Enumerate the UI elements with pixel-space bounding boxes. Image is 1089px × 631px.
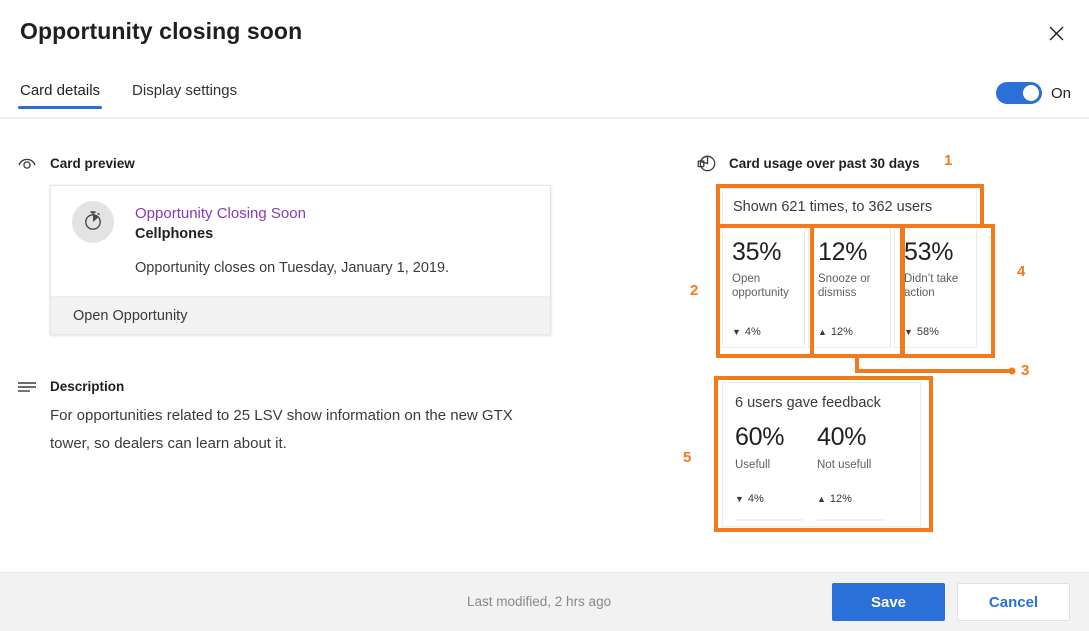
- stat-card-snooze-or-dismiss: 12% Snooze or dismiss ▲ 12%: [808, 227, 891, 348]
- feedback-value: 60%: [735, 423, 785, 451]
- description-text: For opportunities related to 25 LSV show…: [50, 407, 513, 452]
- usage-stat-row: 35% Open opportunity ▼ 4% 12% Snooze or …: [722, 227, 977, 348]
- pie-chart-icon: [695, 152, 717, 174]
- tab-divider: [0, 117, 1089, 119]
- stat-card-open-opportunity: 35% Open opportunity ▼ 4%: [722, 227, 805, 348]
- tab-card-details[interactable]: Card details: [18, 82, 103, 109]
- feedback-card: 6 users gave feedback 60% Usefull ▼ 4% 4…: [722, 382, 921, 527]
- card-preview-heading: Card preview: [16, 152, 135, 174]
- stat-card-didnt-take-action: 53% Didn’t take action ▼ 58%: [894, 227, 977, 348]
- card-usage-heading: Card usage over past 30 days: [695, 152, 920, 174]
- toggle-knob: [1022, 85, 1039, 101]
- cancel-button[interactable]: Cancel: [957, 583, 1070, 621]
- stat-delta-value: 12%: [830, 326, 853, 338]
- feedback-underline: [735, 519, 803, 521]
- shown-summary: Shown 621 times, to 362 users: [722, 188, 977, 224]
- last-modified-text: Last modified, 2 hrs ago: [467, 594, 612, 609]
- trend-down-icon: ▼: [904, 326, 913, 337]
- card-preview-subtitle: Cellphones: [135, 226, 214, 242]
- stat-delta-value: 58%: [916, 326, 939, 338]
- stat-delta: ▲ 12%: [818, 326, 853, 338]
- card-enabled-toggle-group: On: [995, 82, 1071, 104]
- feedback-columns: 60% Usefull ▼ 4% 40% Not usefull ▲ 12%: [735, 423, 920, 523]
- close-icon: [1049, 26, 1064, 41]
- annotation-number-4: 4: [1017, 263, 1026, 280]
- stat-label: Snooze or dismiss: [818, 273, 871, 299]
- card-preview-title[interactable]: Opportunity Closing Soon: [135, 204, 532, 224]
- stat-label: Open opportunity: [732, 273, 789, 299]
- trend-up-icon: ▲: [817, 493, 826, 504]
- stat-value: 35%: [732, 238, 782, 266]
- card-preview: Opportunity Closing Soon Cellphones Oppo…: [50, 185, 551, 335]
- card-preview-action-button[interactable]: Open Opportunity: [51, 296, 550, 334]
- feedback-delta-value: 4%: [747, 493, 764, 505]
- description-heading: Description: [16, 375, 124, 397]
- feedback-label: Usefull: [735, 459, 771, 471]
- stat-value: 53%: [904, 238, 954, 266]
- card-preview-heading-label: Card preview: [50, 155, 135, 171]
- card-usage-block: Shown 621 times, to 362 users 35% Open o…: [722, 188, 977, 348]
- toggle-state-label: On: [1050, 84, 1071, 102]
- feedback-item-not-usefull: 40% Not usefull ▲ 12%: [817, 423, 899, 523]
- trend-down-icon: ▼: [735, 493, 744, 504]
- card-enabled-toggle[interactable]: [995, 82, 1042, 104]
- annotation-number-2: 2: [690, 282, 699, 299]
- feedback-underline: [817, 519, 885, 521]
- lines-icon: [16, 375, 38, 397]
- stopwatch-icon: [81, 208, 105, 237]
- stat-delta: ▼ 4%: [732, 326, 761, 338]
- card-preview-text: Opportunity Closing Soon Cellphones Oppo…: [135, 204, 532, 278]
- dialog-footer: Last modified, 2 hrs ago Save Cancel: [0, 572, 1089, 631]
- page-title: Opportunity closing soon: [20, 18, 303, 44]
- description-heading-label: Description: [50, 378, 125, 394]
- feedback-value: 40%: [817, 423, 867, 451]
- annotation-number-5: 5: [683, 449, 692, 466]
- eye-icon: [16, 152, 38, 174]
- feedback-title: 6 users gave feedback: [735, 395, 881, 411]
- feedback-label: Not usefull: [817, 459, 872, 471]
- save-button[interactable]: Save: [832, 583, 945, 621]
- stat-delta-value: 4%: [744, 326, 761, 338]
- trend-up-icon: ▲: [818, 326, 827, 337]
- stat-delta: ▼ 58%: [904, 326, 939, 338]
- stat-value: 12%: [818, 238, 868, 266]
- tab-bar: Card details Display settings: [18, 82, 239, 109]
- trend-down-icon: ▼: [732, 326, 741, 337]
- dialog-opportunity-closing-soon: Opportunity closing soon Card details Di…: [0, 0, 1089, 631]
- annotation-number-1: 1: [944, 152, 953, 169]
- feedback-delta-value: 12%: [829, 493, 852, 505]
- feedback-delta: ▲ 12%: [817, 493, 852, 505]
- avatar: [72, 201, 114, 243]
- tab-display-settings[interactable]: Display settings: [130, 82, 239, 109]
- close-button[interactable]: [1037, 14, 1075, 52]
- stat-label: Didn’t take action: [904, 273, 959, 299]
- card-preview-body: Opportunity Closing Soon Cellphones Oppo…: [51, 186, 550, 296]
- card-preview-body-text: Opportunity closes on Tuesday, January 1…: [135, 260, 450, 276]
- card-usage-heading-label: Card usage over past 30 days: [729, 155, 920, 171]
- annotation-number-3: 3: [1021, 362, 1030, 379]
- feedback-delta: ▼ 4%: [735, 493, 764, 505]
- feedback-item-usefull: 60% Usefull ▼ 4%: [735, 423, 817, 523]
